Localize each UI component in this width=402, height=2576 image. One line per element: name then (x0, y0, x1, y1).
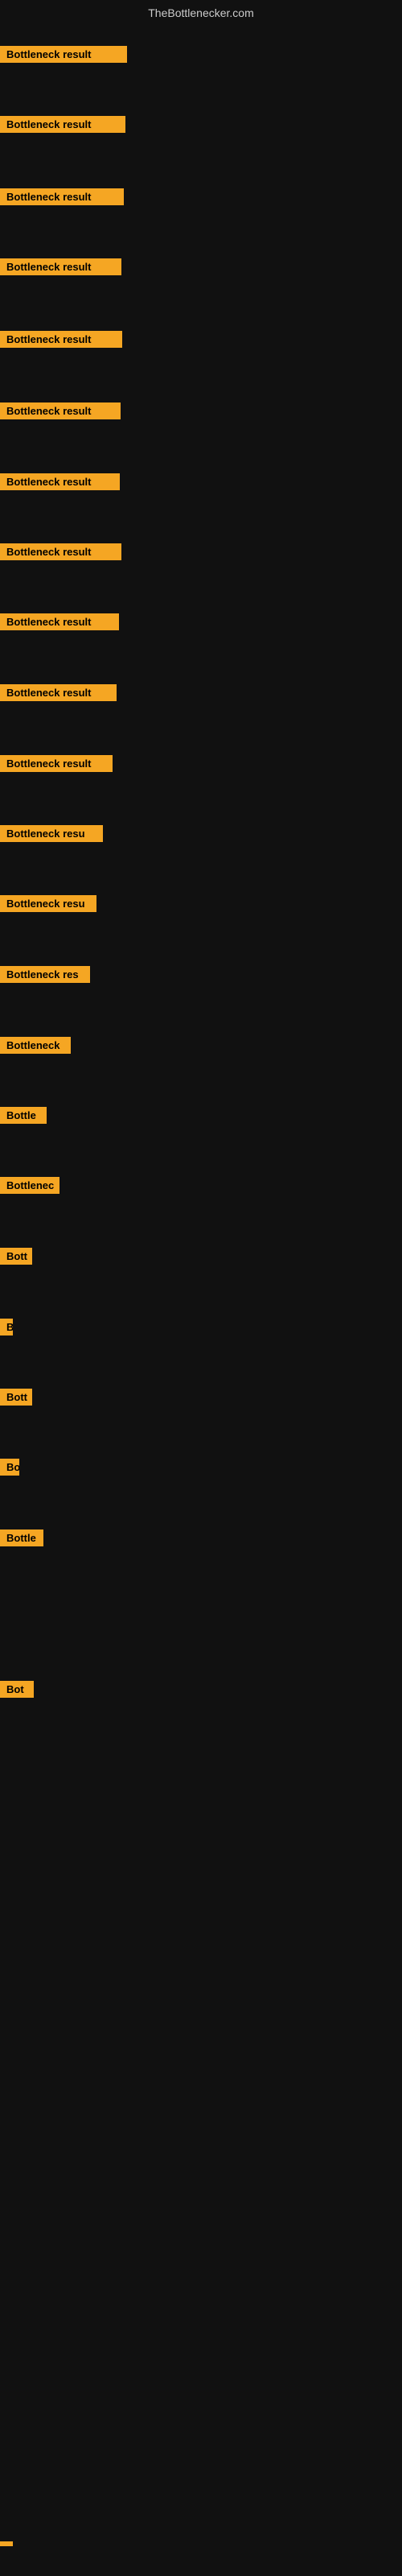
bottleneck-badge-6: Bottleneck result (0, 402, 121, 423)
badge-text-1: Bottleneck result (0, 46, 127, 63)
badge-text-6: Bottleneck result (0, 402, 121, 419)
bottleneck-badge-18: Bott (0, 1248, 32, 1269)
badge-text-23: Bot (0, 1681, 34, 1698)
small-marker-bottom (0, 2536, 13, 2550)
badge-text-5: Bottleneck result (0, 331, 122, 348)
bottleneck-badge-9: Bottleneck result (0, 613, 119, 634)
badge-text-22: Bottle (0, 1530, 43, 1546)
bottleneck-badge-19: B (0, 1319, 13, 1340)
badge-text-21: Bo (0, 1459, 19, 1476)
bottleneck-badge-2: Bottleneck result (0, 116, 125, 137)
site-title: TheBottlenecker.com (0, 0, 402, 26)
bottleneck-badge-7: Bottleneck result (0, 473, 120, 494)
badge-text-2: Bottleneck result (0, 116, 125, 133)
badge-text-8: Bottleneck result (0, 543, 121, 560)
badge-text-13: Bottleneck resu (0, 895, 96, 912)
badge-text-19: B (0, 1319, 13, 1335)
bottleneck-badge-1: Bottleneck result (0, 46, 127, 67)
bottleneck-badge-23: Bot (0, 1681, 34, 1702)
bottleneck-badge-13: Bottleneck resu (0, 895, 96, 916)
bottleneck-badge-22: Bottle (0, 1530, 43, 1550)
bottleneck-badge-21: Bo (0, 1459, 19, 1480)
bottleneck-badge-3: Bottleneck result (0, 188, 124, 209)
badge-text-18: Bott (0, 1248, 32, 1265)
badge-text-14: Bottleneck res (0, 966, 90, 983)
badge-text-10: Bottleneck result (0, 684, 117, 701)
bottleneck-badge-16: Bottle (0, 1107, 47, 1128)
bottleneck-badge-12: Bottleneck resu (0, 825, 103, 846)
badge-text-7: Bottleneck result (0, 473, 120, 490)
badge-text-11: Bottleneck result (0, 755, 113, 772)
bottleneck-badge-17: Bottlenec (0, 1177, 59, 1198)
badge-text-12: Bottleneck resu (0, 825, 103, 842)
badge-text-3: Bottleneck result (0, 188, 124, 205)
bottleneck-badge-10: Bottleneck result (0, 684, 117, 705)
bottleneck-badge-5: Bottleneck result (0, 331, 122, 352)
badge-text-4: Bottleneck result (0, 258, 121, 275)
badge-text-16: Bottle (0, 1107, 47, 1124)
badge-text-20: Bott (0, 1389, 32, 1406)
bottleneck-badge-4: Bottleneck result (0, 258, 121, 279)
bottleneck-badge-11: Bottleneck result (0, 755, 113, 776)
badge-text-17: Bottlenec (0, 1177, 59, 1194)
bottleneck-badge-14: Bottleneck res (0, 966, 90, 987)
badge-text-15: Bottleneck (0, 1037, 71, 1054)
bottleneck-badge-20: Bott (0, 1389, 32, 1410)
bottleneck-badge-8: Bottleneck result (0, 543, 121, 564)
bottleneck-badge-15: Bottleneck (0, 1037, 71, 1058)
badge-text-9: Bottleneck result (0, 613, 119, 630)
